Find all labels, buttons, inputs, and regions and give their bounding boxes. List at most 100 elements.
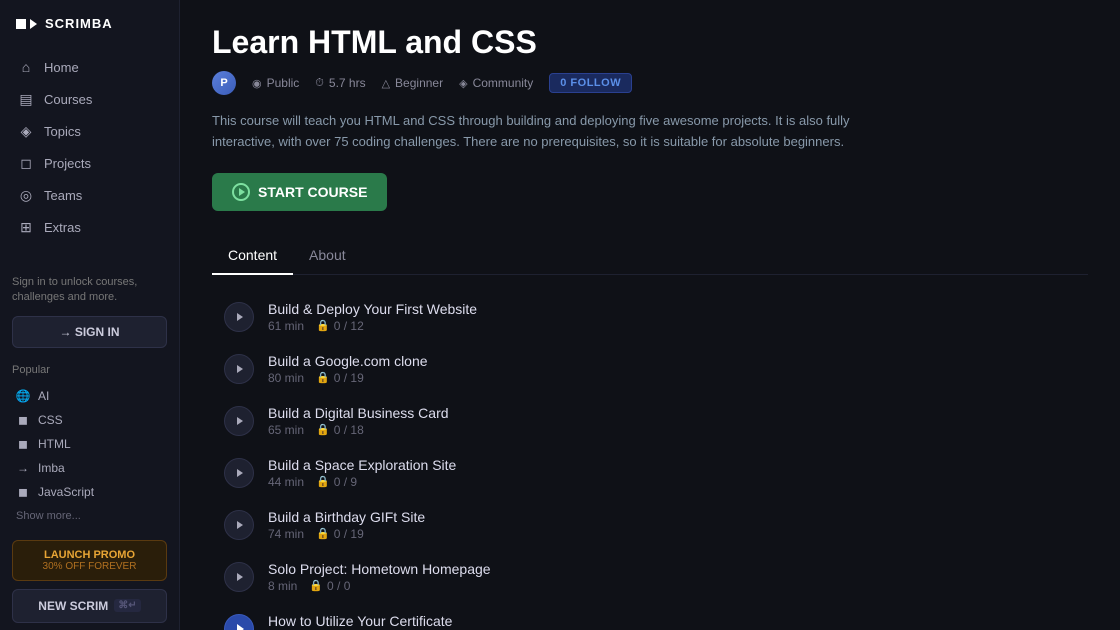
popular-item-css[interactable]: ◼ CSS bbox=[12, 408, 167, 432]
level-label: Beginner bbox=[395, 76, 443, 90]
item-duration: 74 min bbox=[268, 527, 304, 541]
list-item[interactable]: Build a Space Exploration Site 44 min 🔒 … bbox=[212, 447, 1088, 499]
popular-section: Popular 🌐 AI ◼ CSS ◼ HTML → Imba ◼ JavaS… bbox=[0, 352, 179, 532]
item-meta: 80 min 🔒 0 / 19 bbox=[268, 371, 1076, 385]
duration-label: 5.7 hrs bbox=[329, 76, 366, 90]
item-expand-icon[interactable] bbox=[224, 302, 254, 332]
sidebar-item-extras[interactable]: ⊞ Extras bbox=[8, 211, 171, 243]
promo-title: LAUNCH PROMO bbox=[21, 549, 158, 561]
item-name: Build a Digital Business Card bbox=[268, 405, 1076, 421]
lock-icon: 🔒 bbox=[309, 579, 323, 592]
tab-about[interactable]: About bbox=[293, 239, 362, 275]
list-item[interactable]: How to Utilize Your Certificate 0:56 🔒 bbox=[212, 603, 1088, 630]
popular-item-label: HTML bbox=[38, 437, 71, 451]
item-name: Solo Project: Hometown Homepage bbox=[268, 561, 1076, 577]
item-expand-icon[interactable] bbox=[224, 354, 254, 384]
item-name: Build a Google.com clone bbox=[268, 353, 1076, 369]
duration-meta: ⏱ 5.7 hrs bbox=[315, 76, 365, 90]
html-icon: ◼ bbox=[16, 437, 30, 451]
teams-icon: ◎ bbox=[18, 187, 34, 203]
item-meta: 74 min 🔒 0 / 19 bbox=[268, 527, 1076, 541]
item-duration: 61 min bbox=[268, 319, 304, 333]
item-expand-icon[interactable] bbox=[224, 458, 254, 488]
play-icon bbox=[232, 183, 250, 201]
popular-item-imba[interactable]: → Imba bbox=[12, 456, 167, 480]
extras-icon: ⊞ bbox=[18, 219, 34, 235]
sidebar-item-projects[interactable]: ◻ Projects bbox=[8, 147, 171, 179]
item-play-icon[interactable] bbox=[224, 614, 254, 630]
show-more-link[interactable]: Show more... bbox=[12, 504, 167, 528]
lock-icon: 🔒 bbox=[316, 527, 330, 540]
popular-heading: Popular bbox=[12, 364, 167, 376]
main-content: Learn HTML and CSS P ◉ Public ⏱ 5.7 hrs … bbox=[180, 0, 1120, 630]
signin-label: → SIGN IN bbox=[59, 325, 119, 339]
home-icon: ⌂ bbox=[18, 59, 34, 75]
popular-item-ai[interactable]: 🌐 AI bbox=[12, 384, 167, 408]
popular-item-html[interactable]: ◼ HTML bbox=[12, 432, 167, 456]
sidebar-item-label: Courses bbox=[44, 92, 92, 107]
css-icon: ◼ bbox=[16, 413, 30, 427]
globe-icon: ◉ bbox=[252, 77, 262, 90]
lessons-count: 0 / 0 bbox=[327, 579, 350, 593]
list-item[interactable]: Build a Digital Business Card 65 min 🔒 0… bbox=[212, 395, 1088, 447]
popular-item-javascript[interactable]: ◼ JavaScript bbox=[12, 480, 167, 504]
logo-text: SCRIMBA bbox=[45, 16, 113, 31]
item-expand-icon[interactable] bbox=[224, 510, 254, 540]
visibility-meta: ◉ Public bbox=[252, 76, 299, 90]
new-scrim-label: NEW SCRIM bbox=[38, 599, 108, 613]
lock-icon: 🔒 bbox=[316, 475, 330, 488]
follow-button[interactable]: 0 FOLLOW bbox=[549, 73, 632, 93]
logo-icon bbox=[16, 19, 37, 29]
sidebar-item-label: Teams bbox=[44, 188, 82, 203]
courses-icon: ▤ bbox=[18, 91, 34, 107]
item-lessons: 🔒 0 / 12 bbox=[316, 319, 364, 333]
sidebar-item-home[interactable]: ⌂ Home bbox=[8, 51, 171, 83]
popular-item-label: AI bbox=[38, 389, 49, 403]
item-expand-icon[interactable] bbox=[224, 406, 254, 436]
item-name: Build & Deploy Your First Website bbox=[268, 301, 1076, 317]
item-meta: 61 min 🔒 0 / 12 bbox=[268, 319, 1076, 333]
item-expand-icon[interactable] bbox=[224, 562, 254, 592]
sidebar-item-label: Extras bbox=[44, 220, 81, 235]
list-item[interactable]: Build a Birthday GIFt Site 74 min 🔒 0 / … bbox=[212, 499, 1088, 551]
list-item[interactable]: Solo Project: Hometown Homepage 8 min 🔒 … bbox=[212, 551, 1088, 603]
lock-icon: 🔒 bbox=[316, 371, 330, 384]
item-meta: 8 min 🔒 0 / 0 bbox=[268, 579, 1076, 593]
main-nav: ⌂ Home ▤ Courses ◈ Topics ◻ Projects ◎ T… bbox=[0, 51, 179, 243]
logo[interactable]: SCRIMBA bbox=[0, 16, 179, 51]
keyboard-hint: ⌘↵ bbox=[114, 599, 140, 612]
popular-item-label: JavaScript bbox=[38, 485, 94, 499]
item-details: Solo Project: Hometown Homepage 8 min 🔒 … bbox=[268, 561, 1076, 593]
signin-prompt: Sign in to unlock courses, challenges an… bbox=[12, 275, 167, 306]
signin-button[interactable]: → SIGN IN bbox=[12, 316, 167, 348]
start-course-button[interactable]: START COURSE bbox=[212, 173, 387, 211]
item-details: Build a Digital Business Card 65 min 🔒 0… bbox=[268, 405, 1076, 437]
level-icon: △ bbox=[382, 77, 390, 90]
community-icon: ◈ bbox=[459, 77, 467, 90]
item-name: How to Utilize Your Certificate bbox=[268, 613, 1076, 629]
item-duration: 44 min bbox=[268, 475, 304, 489]
promo-button[interactable]: LAUNCH PROMO 30% OFF FOREVER bbox=[12, 540, 167, 581]
item-details: Build a Google.com clone 80 min 🔒 0 / 19 bbox=[268, 353, 1076, 385]
item-duration: 65 min bbox=[268, 423, 304, 437]
chevron-right-icon bbox=[237, 313, 243, 321]
list-item[interactable]: Build & Deploy Your First Website 61 min… bbox=[212, 291, 1088, 343]
list-item[interactable]: Build a Google.com clone 80 min 🔒 0 / 19 bbox=[212, 343, 1088, 395]
tab-content[interactable]: Content bbox=[212, 239, 293, 275]
item-lessons: 🔒 0 / 19 bbox=[316, 527, 364, 541]
chevron-right-icon bbox=[237, 573, 243, 581]
item-meta: 65 min 🔒 0 / 18 bbox=[268, 423, 1076, 437]
sidebar-item-teams[interactable]: ◎ Teams bbox=[8, 179, 171, 211]
imba-icon: → bbox=[16, 461, 30, 475]
sidebar-item-label: Topics bbox=[44, 124, 81, 139]
item-details: Build & Deploy Your First Website 61 min… bbox=[268, 301, 1076, 333]
sidebar-item-topics[interactable]: ◈ Topics bbox=[8, 115, 171, 147]
chevron-right-icon bbox=[237, 417, 243, 425]
sidebar-item-label: Projects bbox=[44, 156, 91, 171]
topics-icon: ◈ bbox=[18, 123, 34, 139]
sidebar-item-courses[interactable]: ▤ Courses bbox=[8, 83, 171, 115]
content-tabs: Content About bbox=[212, 239, 1088, 275]
popular-item-label: CSS bbox=[38, 413, 63, 427]
new-scrim-button[interactable]: NEW SCRIM ⌘↵ bbox=[12, 589, 167, 623]
visibility-label: Public bbox=[267, 76, 300, 90]
